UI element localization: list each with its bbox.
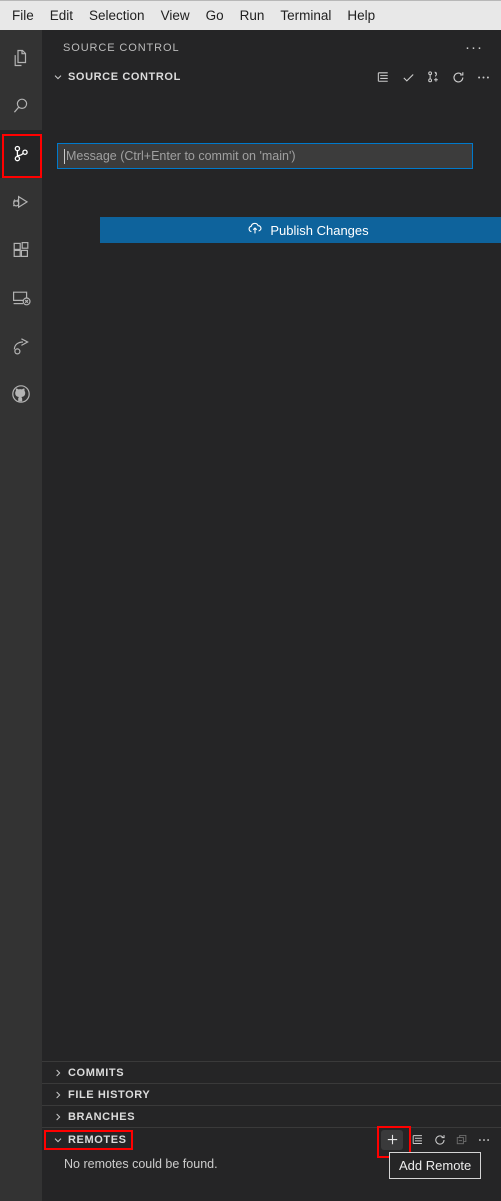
activity-item-source-control[interactable] [0, 130, 42, 178]
refresh-icon[interactable] [451, 70, 466, 85]
refresh-icon[interactable] [433, 1133, 447, 1147]
section-commits[interactable]: COMMITS [42, 1061, 501, 1083]
activity-bar [0, 30, 42, 1201]
remotes-header-highlight[interactable]: REMOTES [44, 1129, 133, 1150]
sidebar-more-actions-icon[interactable]: ··· [461, 38, 487, 57]
menu-item-selection[interactable]: Selection [81, 6, 153, 26]
search-icon [9, 94, 33, 118]
files-icon [9, 46, 33, 70]
source-control-sidebar: SOURCE CONTROL ··· SOURCE CONTROL Messag… [42, 30, 501, 1201]
chevron-right-icon [50, 1089, 66, 1101]
publish-changes-label: Publish Changes [270, 222, 369, 238]
view-as-list-icon[interactable] [411, 1133, 425, 1147]
activity-item-github[interactable] [0, 370, 42, 418]
source-control-icon [9, 142, 33, 166]
menu-item-view[interactable]: View [153, 6, 198, 26]
section-branches[interactable]: BRANCHES [42, 1105, 501, 1127]
menu-item-edit[interactable]: Edit [42, 6, 81, 26]
git-branch-add-icon[interactable] [426, 70, 441, 85]
collapse-all-icon[interactable] [455, 1133, 469, 1147]
extensions-icon [9, 238, 33, 262]
section-commits-label: COMMITS [68, 1066, 125, 1079]
activity-item-remote-explorer[interactable] [0, 274, 42, 322]
section-file-history[interactable]: FILE HISTORY [42, 1083, 501, 1105]
remotes-empty-fill [42, 1177, 501, 1201]
view-as-list-icon[interactable] [376, 70, 391, 85]
github-icon [9, 382, 33, 406]
add-remote-tooltip: Add Remote [389, 1152, 482, 1179]
check-icon[interactable] [401, 70, 416, 85]
bottom-sections: COMMITS FILE HISTORY BRANCHES REMOTES No… [42, 1061, 501, 1201]
section-file-history-label: FILE HISTORY [68, 1088, 151, 1101]
remote-explorer-icon [9, 286, 33, 310]
more-actions-icon[interactable] [476, 70, 491, 85]
chevron-right-icon [50, 1067, 66, 1079]
section-branches-label: BRANCHES [68, 1110, 136, 1123]
text-caret [64, 148, 65, 164]
scm-toolbar [376, 70, 491, 85]
page-title: SOURCE CONTROL [63, 41, 180, 54]
activity-item-run-and-debug[interactable] [0, 178, 42, 226]
activity-item-search[interactable] [0, 82, 42, 130]
sidebar-title-bar: SOURCE CONTROL ··· [42, 30, 501, 65]
add-remote-button[interactable] [377, 1125, 411, 1158]
menu-item-terminal[interactable]: Terminal [272, 6, 339, 26]
commit-message-placeholder: Message (Ctrl+Enter to commit on 'main') [66, 149, 296, 163]
activity-item-explorer[interactable] [0, 34, 42, 82]
scm-body: Message (Ctrl+Enter to commit on 'main')… [42, 89, 501, 1201]
section-remotes-label: REMOTES [68, 1133, 127, 1146]
activity-item-live-share[interactable] [0, 322, 42, 370]
menu-item-go[interactable]: Go [198, 6, 232, 26]
menu-bar: File Edit Selection View Go Run Terminal… [0, 0, 501, 30]
run-debug-icon [9, 190, 33, 214]
scm-section-header[interactable]: SOURCE CONTROL [42, 65, 501, 89]
cloud-upload-icon [247, 220, 263, 241]
menu-item-file[interactable]: File [4, 6, 42, 26]
live-share-icon [9, 334, 33, 358]
section-remotes[interactable]: REMOTES [42, 1125, 501, 1158]
activity-item-extensions[interactable] [0, 226, 42, 274]
scm-section-label: SOURCE CONTROL [68, 71, 181, 83]
remotes-toolbar [377, 1125, 491, 1158]
chevron-down-icon [50, 71, 66, 83]
publish-changes-button[interactable]: Publish Changes [100, 217, 501, 243]
commit-message-input[interactable]: Message (Ctrl+Enter to commit on 'main') [57, 143, 473, 169]
more-actions-icon[interactable] [477, 1133, 491, 1147]
menu-item-help[interactable]: Help [339, 6, 383, 26]
menu-item-run[interactable]: Run [232, 6, 273, 26]
chevron-down-icon [50, 1134, 66, 1146]
chevron-right-icon [50, 1111, 66, 1123]
